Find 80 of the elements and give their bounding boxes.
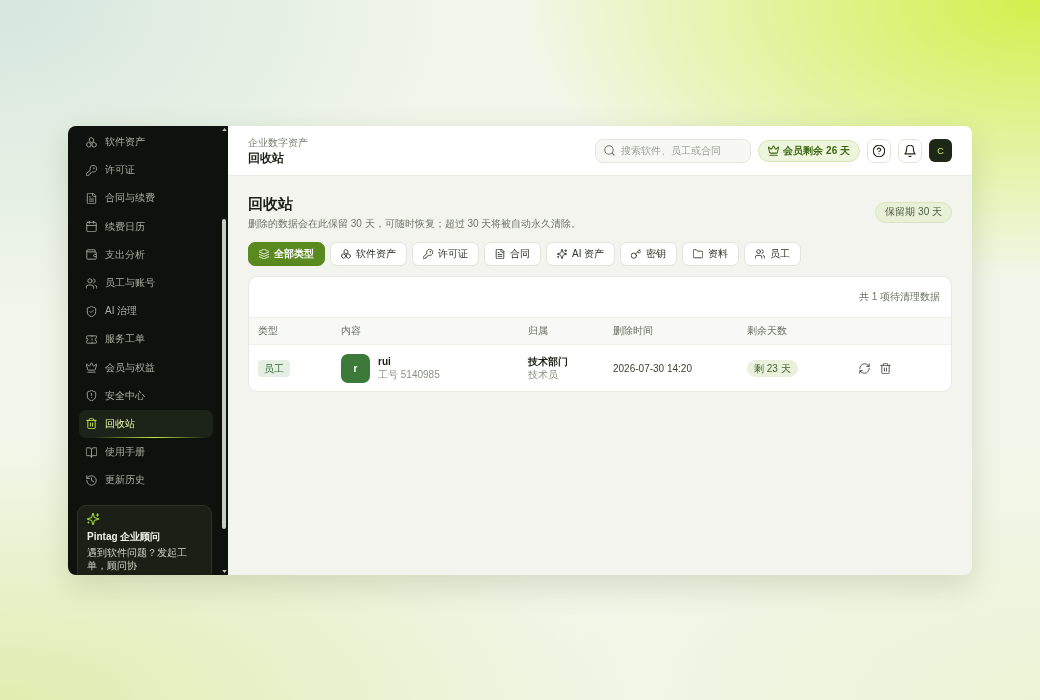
column-header: 内容	[341, 324, 362, 338]
nav-item[interactable]: 支出分析	[79, 240, 213, 269]
crown-icon	[86, 362, 97, 374]
nav-item[interactable]: 使用手册	[79, 438, 213, 467]
nav-item[interactable]: 更新历史	[79, 466, 213, 495]
page-subtitle: 删除的数据会在此保留 30 天，可随时恢复；超过 30 天将被自动永久清除。	[248, 217, 582, 230]
bell-icon	[904, 144, 916, 157]
column-header: 类型	[258, 324, 279, 338]
retention-badge: 保留期 30 天	[875, 201, 952, 223]
nav-item[interactable]: 软件资产	[79, 128, 213, 157]
users-icon	[86, 277, 97, 289]
delete-button[interactable]	[878, 360, 893, 376]
type-tag: 员工	[258, 359, 290, 377]
wallet-icon	[86, 249, 97, 261]
page-title: 回收站	[248, 194, 294, 213]
search-icon	[604, 145, 616, 156]
document-icon	[495, 249, 505, 259]
trash-icon	[86, 418, 97, 430]
folder-icon	[693, 249, 704, 259]
filter-tab[interactable]: 软件资产	[330, 242, 407, 266]
sparkles-icon	[557, 249, 567, 259]
restore-button[interactable]	[857, 360, 872, 376]
sparkles-icon	[87, 513, 99, 526]
deleted-time: 2026-07-30 14:20	[613, 362, 692, 374]
document-icon	[86, 192, 97, 204]
user-avatar: r	[341, 353, 370, 383]
key-icon	[631, 249, 642, 259]
filter-tab[interactable]: AI 资产	[546, 242, 616, 266]
nav-item[interactable]: AI 治理	[79, 297, 213, 326]
filter-tab[interactable]: 合同	[484, 242, 541, 266]
breadcrumb-text: 企业数字资产	[248, 135, 308, 149]
nav-item[interactable]: 安全中心	[79, 381, 213, 410]
users-icon	[755, 249, 766, 259]
key-icon	[86, 164, 97, 176]
user-name: rui	[378, 355, 391, 368]
notifications-button[interactable]	[898, 138, 922, 163]
layers-icon	[259, 249, 269, 259]
nav-item[interactable]: 员工与账号	[79, 268, 213, 298]
nav-item[interactable]: 会员与权益	[79, 353, 213, 382]
nav-item[interactable]: 回收站	[79, 409, 213, 439]
filter-tab[interactable]: 员工	[744, 242, 802, 266]
boxes-icon	[341, 249, 351, 259]
nav-item[interactable]: 服务工单	[79, 325, 213, 354]
nav-item[interactable]: 许可证	[79, 156, 213, 185]
trash-icon	[880, 362, 891, 374]
summary-text: 共 1 项待清理数据	[858, 290, 940, 304]
boxes-icon	[86, 136, 97, 148]
avatar-button[interactable]: C	[929, 139, 952, 162]
scroll-down-icon[interactable]	[221, 570, 227, 573]
membership-label: 会员剩余 26 天	[783, 143, 850, 158]
crown-icon	[768, 145, 780, 156]
column-header: 删除时间	[613, 324, 654, 338]
refresh-icon	[859, 362, 870, 374]
employee-id: 工号 5140985	[378, 368, 440, 381]
shield-alert-icon	[86, 390, 97, 402]
nav-item[interactable]: 续费日历	[79, 212, 213, 241]
promo-text: 遇到软件问题？发起工单，顾问协	[87, 546, 188, 573]
search-field[interactable]: 搜索软件、员工或合同	[595, 138, 752, 163]
help-icon	[873, 144, 885, 157]
ticket-icon	[86, 333, 97, 345]
role-text: 技术员	[528, 368, 558, 381]
scrollbar-thumb[interactable]	[222, 219, 226, 529]
scroll-up-icon[interactable]	[221, 128, 227, 131]
history-icon	[86, 474, 97, 486]
column-header: 归属	[528, 324, 549, 338]
nav-item[interactable]: 合同与续费	[79, 184, 213, 213]
calendar-icon	[86, 221, 97, 233]
filter-tab[interactable]: 全部类型	[248, 242, 325, 266]
filter-tab[interactable]: 密钥	[620, 242, 678, 266]
filter-tab[interactable]: 资料	[682, 242, 740, 266]
header-title: 回收站	[248, 150, 285, 166]
remaining-days-tag: 剩 23 天	[747, 359, 798, 377]
filter-tab[interactable]: 许可证	[412, 242, 479, 266]
department-text: 技术部门	[528, 355, 568, 368]
shield-check-icon	[86, 305, 97, 317]
book-icon	[86, 446, 97, 458]
promo-title: Pintag 企业顾问	[87, 530, 161, 544]
key-icon	[423, 249, 433, 259]
help-button[interactable]	[867, 138, 891, 163]
column-header: 剩余天数	[747, 324, 788, 338]
